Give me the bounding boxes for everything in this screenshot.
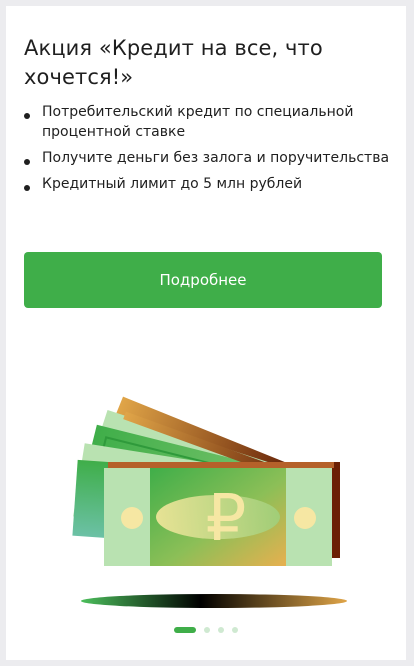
pager-dot[interactable] <box>204 627 210 633</box>
pager-dot[interactable] <box>218 627 224 633</box>
money-banknotes-illustration: ₽ <box>72 396 347 608</box>
promo-card: Акция «Кредит на все, что хочется!» Потр… <box>6 6 406 660</box>
promo-bullet-text: Получите деньги без залога и поручительс… <box>42 150 390 166</box>
pager-dot[interactable] <box>232 627 238 633</box>
promo-bullet-text: Потребительский кредит по специальной пр… <box>42 104 354 140</box>
bullet-dot-icon <box>24 113 30 119</box>
promo-bullet-text: Кредитный лимит до 5 млн рублей <box>42 176 303 192</box>
note-shadow-edge <box>108 462 334 468</box>
bullet-dot-icon <box>24 159 30 165</box>
ruble-icon: ₽ <box>206 482 247 556</box>
pager-dot-active[interactable] <box>174 627 196 633</box>
promo-bullet-item: Потребительский кредит по специальной пр… <box>24 102 394 142</box>
promo-title: Акция «Кредит на все, что хочется!» <box>24 36 323 89</box>
promo-bullet-list: Потребительский кредит по специальной пр… <box>24 102 394 200</box>
promo-bullet-item: Кредитный лимит до 5 млн рублей <box>24 174 394 194</box>
front-note-left-dot <box>121 507 143 529</box>
ground-shadow <box>81 594 347 608</box>
details-button[interactable]: Подробнее <box>24 252 382 308</box>
front-note-right-dot <box>294 507 316 529</box>
promo-bullet-item: Получите деньги без залога и поручительс… <box>24 148 394 168</box>
carousel-pager <box>174 627 238 633</box>
bullet-dot-icon <box>24 185 30 191</box>
